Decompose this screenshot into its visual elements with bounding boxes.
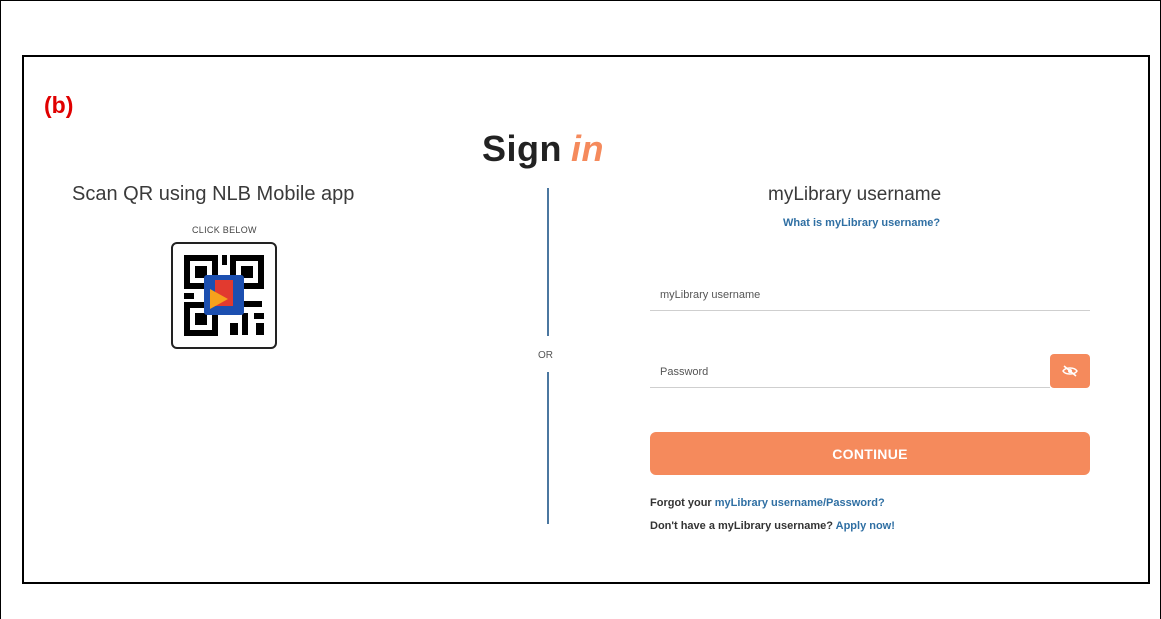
qr-caption: CLICK BELOW <box>192 225 257 235</box>
title-word-sign: Sign <box>482 128 562 169</box>
password-input[interactable] <box>650 357 1050 387</box>
apply-line: Don't have a myLibrary username? Apply n… <box>650 520 895 532</box>
forgot-credentials-link[interactable]: myLibrary username/Password? <box>715 497 885 509</box>
toggle-password-visibility-button[interactable] <box>1050 354 1090 388</box>
forgot-credentials-line: Forgot your myLibrary username/Password? <box>650 497 885 509</box>
divider-line-bottom <box>547 372 549 524</box>
title-word-in: in <box>571 128 604 169</box>
login-heading: myLibrary username <box>768 184 942 205</box>
username-input[interactable] <box>650 280 1090 310</box>
qr-heading: Scan QR using NLB Mobile app <box>72 183 355 205</box>
qr-code-icon <box>184 255 264 336</box>
divider-line-top <box>547 188 549 336</box>
what-is-username-link[interactable]: What is myLibrary username? <box>783 217 940 229</box>
password-field-wrapper <box>650 357 1050 388</box>
continue-button[interactable]: CONTINUE <box>650 432 1090 475</box>
panel-label: (b) <box>44 92 74 118</box>
page-title: Sign in <box>482 128 604 170</box>
forgot-prefix: Forgot your <box>650 497 712 509</box>
qr-code-button[interactable] <box>171 242 277 349</box>
eye-slash-icon <box>1062 365 1078 377</box>
divider-or-label: OR <box>538 350 553 361</box>
apply-prefix: Don't have a myLibrary username? <box>650 520 833 532</box>
username-field-wrapper <box>650 280 1090 311</box>
apply-now-link[interactable]: Apply now! <box>836 520 895 532</box>
